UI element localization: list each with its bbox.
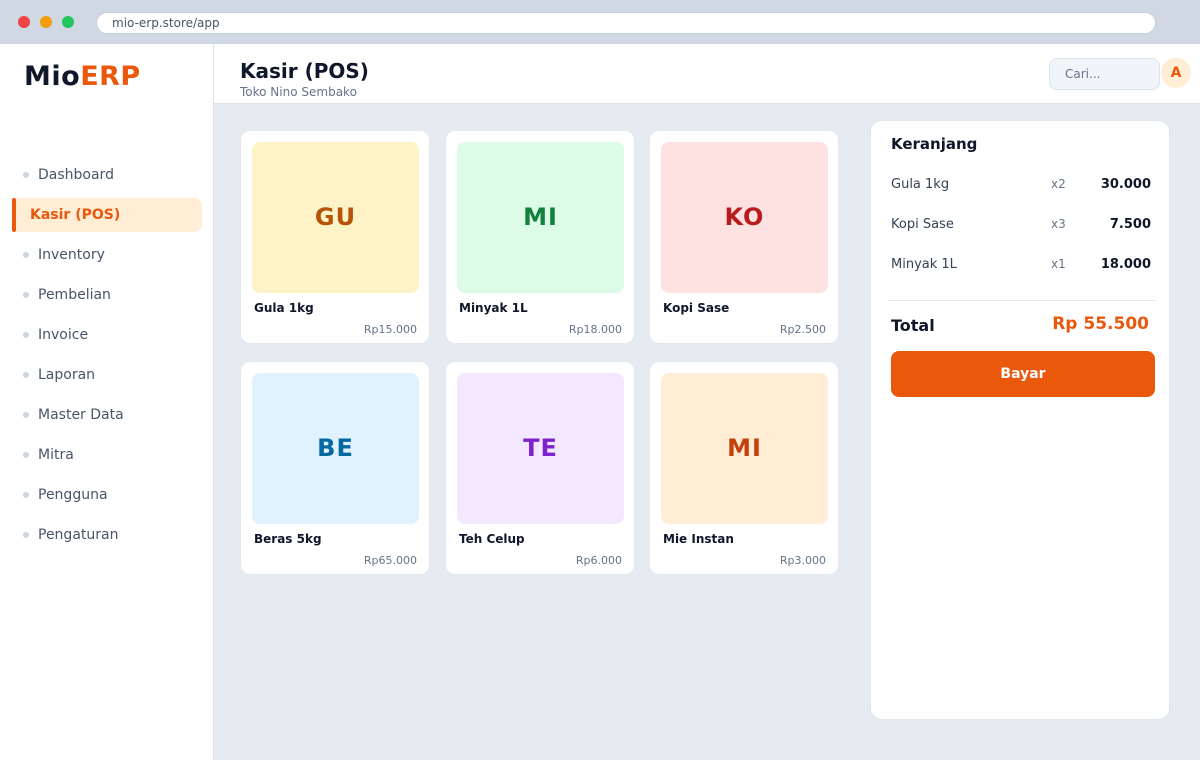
- product-thumbnail: KO: [661, 142, 828, 293]
- sidebar-item-dashboard[interactable]: Dashboard: [12, 158, 202, 192]
- cart-item[interactable]: Gula 1kg x2 30.000: [891, 177, 1151, 197]
- bullet-icon: [23, 252, 29, 258]
- sidebar-item-pengaturan[interactable]: Pengaturan: [12, 518, 202, 552]
- sidebar-item-inventory[interactable]: Inventory: [12, 238, 202, 272]
- bullet-icon: [23, 452, 29, 458]
- product-thumbnail: MI: [661, 373, 828, 524]
- cart-item-subtotal: 18.000: [1100, 257, 1151, 272]
- cart-item-subtotal: 30.000: [1100, 177, 1151, 192]
- browser-chrome: mio-erp.store/app: [0, 0, 1200, 44]
- product-name: Beras 5kg: [254, 532, 322, 546]
- sidebar-item-pengguna[interactable]: Pengguna: [12, 478, 202, 512]
- product-name: Teh Celup: [459, 532, 525, 546]
- bullet-icon: [23, 372, 29, 378]
- product-price: Rp6.000: [575, 554, 622, 567]
- sidebar-item-mitra[interactable]: Mitra: [12, 438, 202, 472]
- cart-item-qty: x2: [1051, 177, 1066, 191]
- cart-panel: Keranjang Gula 1kg x2 30.000 Kopi Sase x…: [870, 120, 1170, 720]
- app-logo[interactable]: MioERP: [24, 61, 141, 92]
- sidebar-item-label: Pembelian: [38, 287, 111, 303]
- product-price: Rp18.000: [568, 323, 622, 336]
- avatar[interactable]: A: [1161, 58, 1191, 88]
- page-header: Kasir (POS) Toko Nino Sembako A: [214, 44, 1200, 104]
- maximize-window-dot[interactable]: [62, 16, 74, 28]
- sidebar-item-kasir-pos[interactable]: Kasir (POS): [12, 198, 202, 232]
- bullet-icon: [23, 412, 29, 418]
- pay-button[interactable]: Bayar: [891, 351, 1155, 397]
- sidebar-item-label: Laporan: [38, 367, 96, 383]
- active-indicator: [12, 198, 16, 232]
- cart-item-qty: x1: [1051, 257, 1066, 271]
- product-thumbnail: BE: [252, 373, 419, 524]
- product-thumbnail: TE: [457, 373, 624, 524]
- bullet-icon: [23, 172, 29, 178]
- sidebar-item-pembelian[interactable]: Pembelian: [12, 278, 202, 312]
- page-title: Kasir (POS): [240, 59, 369, 83]
- sidebar: MioERP Dashboard Kasir (POS) Inventory P…: [0, 44, 214, 760]
- total-label: Total: [891, 316, 935, 335]
- sidebar-item-label: Invoice: [38, 327, 89, 343]
- product-price: Rp15.000: [363, 323, 417, 336]
- product-price: Rp2.500: [779, 323, 826, 336]
- sidebar-item-label: Pengaturan: [38, 527, 119, 543]
- sidebar-item-label: Pengguna: [38, 487, 108, 503]
- cart-divider: [887, 300, 1155, 301]
- sidebar-item-label: Mitra: [38, 447, 74, 463]
- product-card[interactable]: BE Beras 5kg Rp65.000: [240, 361, 430, 575]
- store-name: Toko Nino Sembako: [240, 85, 357, 99]
- product-name: Kopi Sase: [663, 301, 730, 315]
- minimize-window-dot[interactable]: [40, 16, 52, 28]
- sidebar-item-master-data[interactable]: Master Data: [12, 398, 202, 432]
- sidebar-item-label: Master Data: [38, 407, 124, 423]
- product-card[interactable]: MI Mie Instan Rp3.000: [649, 361, 839, 575]
- bullet-icon: [23, 332, 29, 338]
- cart-item-name: Gula 1kg: [891, 177, 950, 192]
- sidebar-item-invoice[interactable]: Invoice: [12, 318, 202, 352]
- cart-item[interactable]: Kopi Sase x3 7.500: [891, 217, 1151, 237]
- product-card[interactable]: GU Gula 1kg Rp15.000: [240, 130, 430, 344]
- search-input[interactable]: [1049, 58, 1160, 90]
- bullet-icon: [23, 292, 29, 298]
- product-card[interactable]: MI Minyak 1L Rp18.000: [445, 130, 635, 344]
- cart-item-name: Kopi Sase: [891, 217, 954, 232]
- total-value: Rp 55.500: [1052, 314, 1149, 334]
- address-bar[interactable]: mio-erp.store/app: [96, 12, 1156, 34]
- cart-item-qty: x3: [1051, 217, 1066, 231]
- logo-text-primary: Mio: [24, 61, 81, 92]
- sidebar-item-label: Dashboard: [38, 167, 114, 183]
- sidebar-item-label: Kasir (POS): [30, 207, 121, 223]
- product-card[interactable]: KO Kopi Sase Rp2.500: [649, 130, 839, 344]
- bullet-icon: [23, 532, 29, 538]
- product-name: Gula 1kg: [254, 301, 314, 315]
- cart-item[interactable]: Minyak 1L x1 18.000: [891, 257, 1151, 277]
- product-name: Mie Instan: [663, 532, 734, 546]
- cart-item-name: Minyak 1L: [891, 257, 957, 272]
- product-price: Rp3.000: [779, 554, 826, 567]
- product-thumbnail: GU: [252, 142, 419, 293]
- cart-title: Keranjang: [891, 135, 978, 153]
- bullet-icon: [23, 492, 29, 498]
- product-thumbnail: MI: [457, 142, 624, 293]
- close-window-dot[interactable]: [18, 16, 30, 28]
- product-card[interactable]: TE Teh Celup Rp6.000: [445, 361, 635, 575]
- product-name: Minyak 1L: [459, 301, 528, 315]
- logo-text-accent: ERP: [80, 61, 141, 92]
- product-price: Rp65.000: [363, 554, 417, 567]
- sidebar-item-laporan[interactable]: Laporan: [12, 358, 202, 392]
- cart-item-subtotal: 7.500: [1109, 217, 1151, 232]
- sidebar-item-label: Inventory: [38, 247, 105, 263]
